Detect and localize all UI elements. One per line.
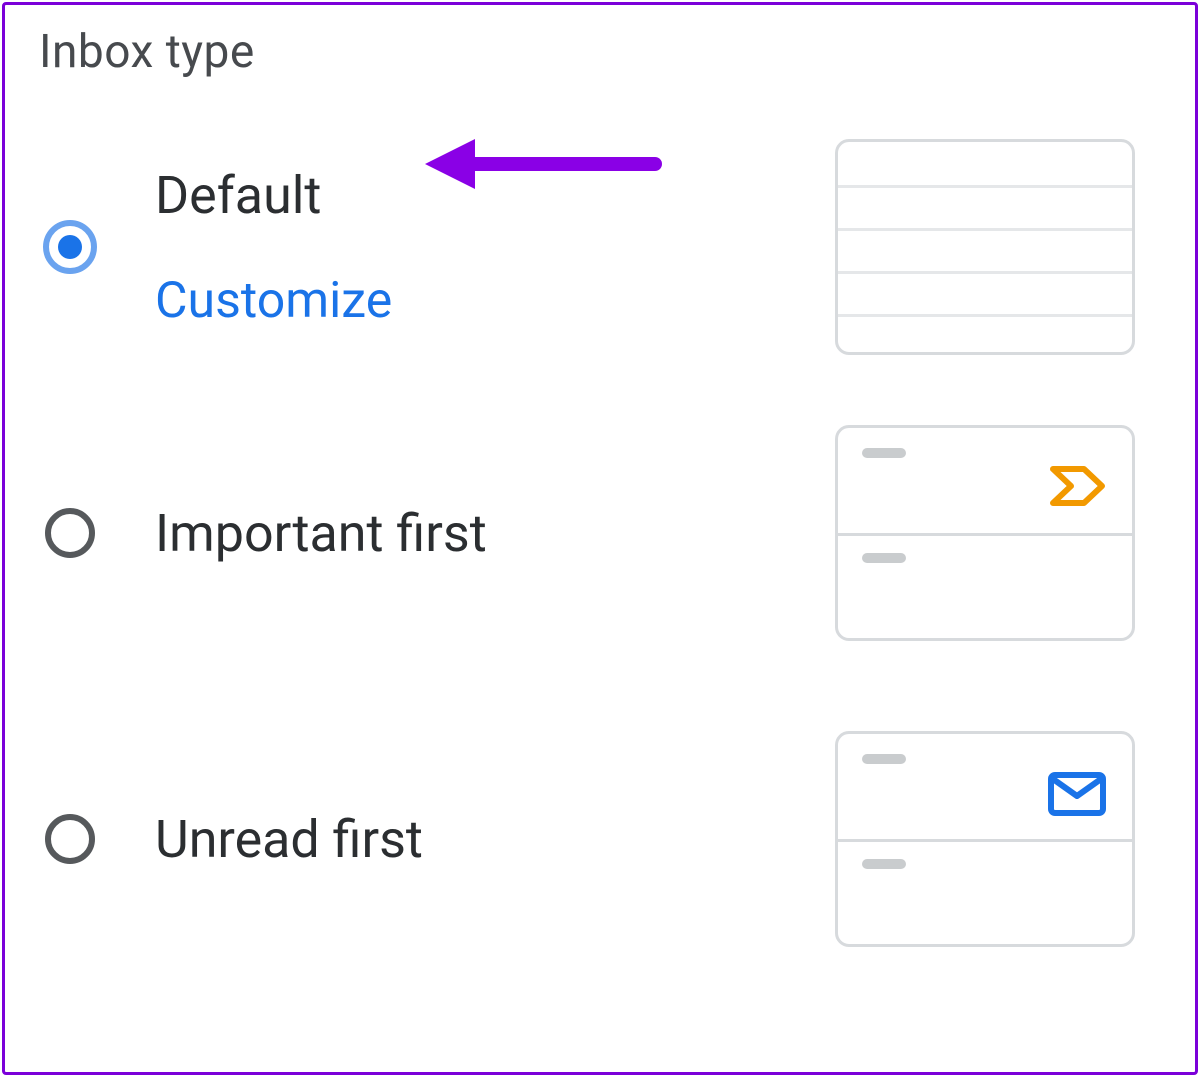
inbox-type-option-unread-first[interactable]: Unread first [35,731,1135,947]
radio-unselected-icon [43,506,97,560]
radio-default-selected[interactable] [43,220,97,274]
inbox-type-option-default[interactable]: Default Customize [35,139,1135,355]
label-col: Unread first [155,809,815,870]
section-title: Inbox type [39,25,1135,79]
customize-link[interactable]: Customize [155,272,815,330]
preview-col [815,731,1135,947]
envelope-icon [1048,772,1106,820]
preview-col [815,139,1135,355]
radio-unselected-icon [43,812,97,866]
important-marker-icon [1050,466,1106,510]
preview-default-icon [835,139,1135,355]
preview-important-first-icon [835,425,1135,641]
preview-unread-first-icon [835,731,1135,947]
radio-col [35,506,155,560]
radio-selected-icon [43,220,97,274]
option-label-default: Default [155,165,815,226]
label-col: Default Customize [155,165,815,330]
preview-col [815,425,1135,641]
inbox-type-option-important-first[interactable]: Important first [35,425,1135,641]
option-label-important-first: Important first [155,503,815,564]
settings-panel: Inbox type Default Customize [2,2,1198,1075]
radio-unread-first[interactable] [43,812,97,866]
label-col: Important first [155,503,815,564]
radio-col [35,812,155,866]
radio-col [35,220,155,274]
option-label-unread-first: Unread first [155,809,815,870]
radio-important-first[interactable] [43,506,97,560]
